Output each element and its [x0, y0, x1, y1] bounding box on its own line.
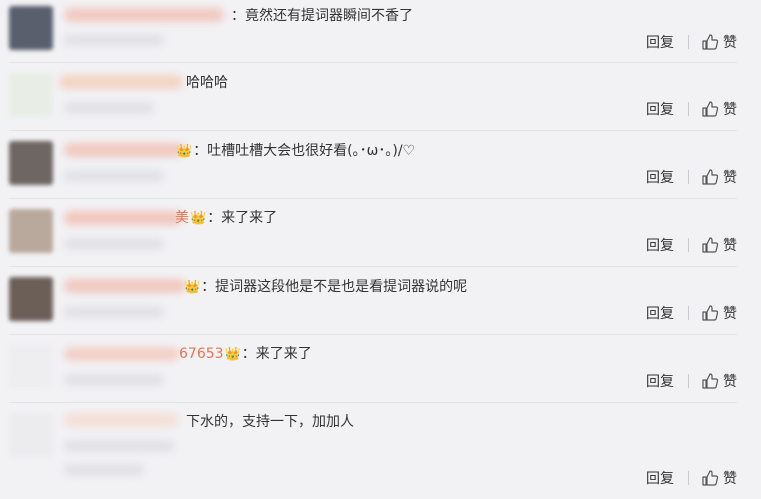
- avatar[interactable]: [9, 6, 53, 50]
- comment-text-row: 👑：提词器这段他是不是也是看提词器说的呢: [183, 278, 467, 297]
- reply-button[interactable]: 回复: [646, 371, 674, 391]
- like-button[interactable]: 赞: [701, 303, 737, 323]
- comment-actions: 回复 赞: [646, 468, 737, 488]
- comment-text: 哈哈哈: [186, 75, 228, 91]
- metadata-blurred: [64, 465, 144, 475]
- metadata-blurred: [64, 103, 154, 113]
- reply-button[interactable]: 回复: [646, 167, 674, 187]
- avatar[interactable]: [9, 209, 53, 253]
- like-button[interactable]: 赞: [701, 99, 737, 119]
- comment-text: ：吐槽吐槽大会也很好看(｡･ω･｡)/♡: [193, 143, 416, 159]
- thumbs-up-icon: [702, 470, 719, 486]
- thumbs-up-icon: [702, 373, 719, 389]
- divider: [688, 238, 689, 252]
- metadata-blurred: [64, 375, 164, 385]
- comment-item: 67653👑：来了来了 回复 赞: [9, 335, 737, 403]
- like-label: 赞: [723, 306, 737, 322]
- username-blurred[interactable]: [59, 75, 183, 89]
- divider: [688, 102, 689, 116]
- divider: [688, 374, 689, 388]
- metadata-blurred: [64, 35, 164, 45]
- comment-item: 哈哈哈 回复 赞: [9, 63, 737, 131]
- divider: [688, 35, 689, 49]
- thumbs-up-icon: [702, 101, 719, 117]
- avatar[interactable]: [9, 345, 53, 389]
- comment-item: 下水的，支持一下，加加人 回复 赞: [9, 403, 737, 499]
- divider: [688, 306, 689, 320]
- username-tail[interactable]: 67653: [179, 346, 224, 362]
- avatar[interactable]: [9, 73, 53, 117]
- username-blurred[interactable]: [64, 279, 186, 293]
- like-button[interactable]: 赞: [701, 468, 737, 488]
- comment-actions: 回复 赞: [646, 32, 737, 52]
- comment-list: ：竟然还有提词器瞬间不香了 回复 赞 哈哈哈 回复 赞 👑：吐槽吐槽大会也很好看…: [0, 0, 761, 499]
- comment-text-row: 👑：吐槽吐槽大会也很好看(｡･ω･｡)/♡: [175, 142, 415, 161]
- reply-button[interactable]: 回复: [646, 235, 674, 255]
- divider: [688, 170, 689, 184]
- like-label: 赞: [723, 471, 737, 487]
- avatar[interactable]: [9, 277, 53, 321]
- avatar[interactable]: [9, 141, 53, 185]
- comment-item: 👑：提词器这段他是不是也是看提词器说的呢 回复 赞: [9, 267, 737, 335]
- comment-text: 下水的，支持一下，加加人: [186, 414, 354, 430]
- reply-button[interactable]: 回复: [646, 99, 674, 119]
- thumbs-up-icon: [702, 34, 719, 50]
- comment-actions: 回复 赞: [646, 167, 737, 187]
- metadata-blurred: [64, 171, 164, 181]
- reply-button[interactable]: 回复: [646, 303, 674, 323]
- username-blurred[interactable]: [64, 8, 224, 22]
- like-label: 赞: [723, 374, 737, 390]
- like-button[interactable]: 赞: [701, 371, 737, 391]
- avatar[interactable]: [9, 413, 53, 457]
- like-button[interactable]: 赞: [701, 235, 737, 255]
- vip-crown-icon: 👑: [224, 347, 241, 362]
- reply-button[interactable]: 回复: [646, 32, 674, 52]
- like-button[interactable]: 赞: [701, 167, 737, 187]
- comment-item: 美👑：来了来了 回复 赞: [9, 199, 737, 267]
- like-label: 赞: [723, 238, 737, 254]
- comment-text: ：来了来了: [207, 210, 278, 226]
- metadata-blurred: [64, 307, 164, 317]
- metadata-blurred: [64, 441, 174, 451]
- thumbs-up-icon: [702, 305, 719, 321]
- vip-crown-icon: 👑: [176, 144, 193, 159]
- username-blurred[interactable]: [64, 211, 182, 225]
- reply-button[interactable]: 回复: [646, 468, 674, 488]
- comment-actions: 回复 赞: [646, 371, 737, 391]
- comment-text: ：提词器这段他是不是也是看提词器说的呢: [201, 279, 468, 295]
- username-tail[interactable]: 美: [175, 210, 189, 226]
- comment-text-row: 67653👑：来了来了: [179, 345, 312, 364]
- divider: [688, 471, 689, 485]
- username-blurred[interactable]: [64, 143, 184, 157]
- username-blurred[interactable]: [64, 413, 179, 427]
- comment-text-row: 美👑：来了来了: [175, 209, 277, 228]
- like-button[interactable]: 赞: [701, 32, 737, 52]
- vip-crown-icon: 👑: [190, 211, 207, 226]
- like-label: 赞: [723, 102, 737, 118]
- comment-text: ：竟然还有提词器瞬间不香了: [231, 8, 413, 24]
- username-blurred[interactable]: [64, 347, 179, 361]
- like-label: 赞: [723, 35, 737, 51]
- comment-actions: 回复 赞: [646, 303, 737, 323]
- comment-item: 👑：吐槽吐槽大会也很好看(｡･ω･｡)/♡ 回复 赞: [9, 131, 737, 199]
- like-label: 赞: [723, 170, 737, 186]
- comment-text: ：来了来了: [241, 346, 312, 362]
- thumbs-up-icon: [702, 237, 719, 253]
- metadata-blurred: [64, 239, 164, 249]
- thumbs-up-icon: [702, 169, 719, 185]
- vip-crown-icon: 👑: [184, 280, 201, 295]
- comment-actions: 回复 赞: [646, 235, 737, 255]
- comment-item: ：竟然还有提词器瞬间不香了 回复 赞: [9, 0, 737, 63]
- comment-actions: 回复 赞: [646, 99, 737, 119]
